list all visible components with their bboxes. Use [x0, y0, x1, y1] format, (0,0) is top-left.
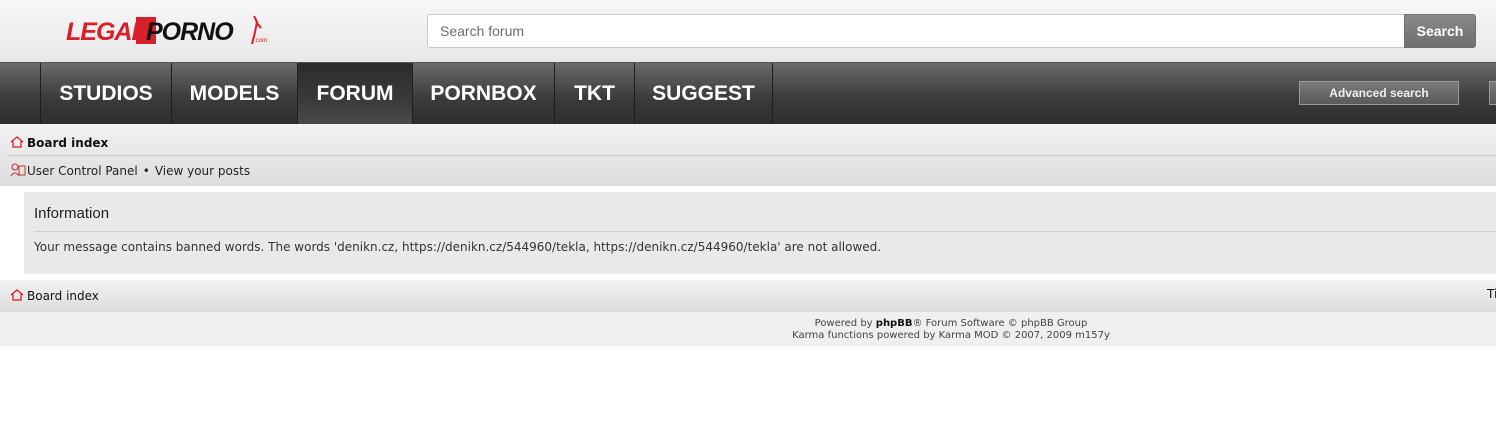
user-control-panel-link[interactable]: User Control Panel — [27, 164, 138, 178]
divider — [8, 155, 1496, 156]
search-button[interactable]: Search — [1404, 14, 1476, 48]
powered-by-line: Powered by phpBB® Forum Software © phpBB… — [0, 318, 1496, 329]
overflow-button[interactable] — [1489, 81, 1496, 105]
nav-item-studios[interactable]: STUDIOS — [40, 63, 171, 125]
board-index-link[interactable]: Board index — [27, 289, 99, 303]
footer: Powered by phpBB® Forum Software © phpBB… — [0, 312, 1496, 346]
search-input[interactable] — [427, 14, 1404, 48]
svg-text:LEGAL: LEGAL — [66, 18, 146, 46]
divider — [34, 231, 1496, 232]
truncated-text: Ti — [1487, 287, 1496, 301]
separator: • — [142, 164, 150, 178]
view-your-posts-link[interactable]: View your posts — [155, 164, 250, 178]
svg-text:.com: .com — [254, 38, 267, 44]
powered-prefix: Powered by — [814, 318, 876, 329]
advanced-search-button[interactable]: Advanced search — [1299, 81, 1459, 105]
legalporno-logo-icon: LEGAL PORNO .com — [66, 15, 267, 46]
breadcrumb: Board index User Control Panel • View yo… — [0, 124, 1496, 186]
user-control-panel-icon — [10, 162, 26, 180]
error-message: Your message contains banned words. The … — [34, 240, 882, 254]
bottom-breadcrumb: Board index Ti — [0, 280, 1496, 312]
karma-line: Karma functions powered by Karma MOD © 2… — [792, 330, 1110, 341]
nav-item-suggest[interactable]: SUGGEST — [634, 63, 772, 125]
breadcrumb-row: Board index — [10, 287, 99, 305]
svg-text:PORNO: PORNO — [146, 18, 234, 46]
site-header: LEGAL PORNO .com Search — [0, 0, 1496, 62]
breadcrumb-row: Board index — [10, 134, 108, 152]
site-logo[interactable]: LEGAL PORNO .com — [66, 14, 272, 46]
nav-item-models[interactable]: MODELS — [171, 63, 297, 125]
home-icon — [10, 135, 24, 151]
board-index-link[interactable]: Board index — [27, 136, 108, 150]
powered-suffix: ® Forum Software © phpBB Group — [912, 318, 1088, 329]
panel-title: Information — [34, 205, 110, 222]
phpbb-link[interactable]: phpBB — [876, 318, 913, 329]
nav-divider — [772, 63, 773, 125]
search-bar: Search — [427, 14, 1477, 48]
nav-item-tkt[interactable]: TKT — [554, 63, 634, 125]
nav-item-pornbox[interactable]: PORNBOX — [412, 63, 554, 125]
user-links-row: User Control Panel • View your posts — [10, 162, 250, 180]
main-nav: STUDIOS MODELS FORUM PORNBOX TKT SUGGEST… — [0, 62, 1496, 125]
home-icon — [10, 288, 24, 304]
information-panel: Information Your message contains banned… — [24, 192, 1496, 274]
nav-item-forum[interactable]: FORUM — [297, 63, 412, 125]
